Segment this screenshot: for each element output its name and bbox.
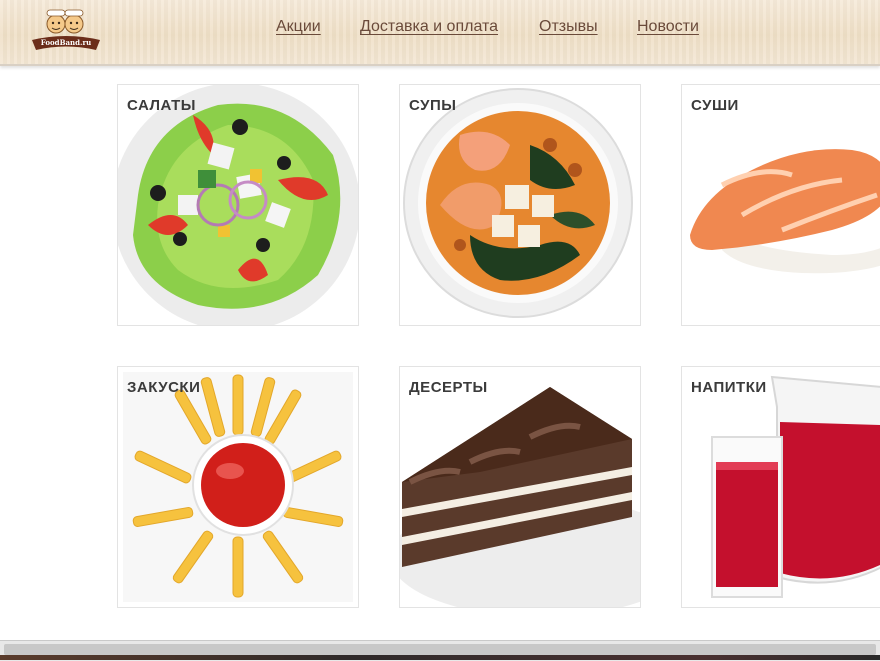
category-card-drinks[interactable]: НАПИТКИ bbox=[681, 366, 880, 608]
bottom-decor-strip bbox=[0, 655, 880, 660]
fries-image bbox=[123, 372, 353, 602]
category-label: СУПЫ bbox=[409, 97, 457, 114]
category-card-soups[interactable]: СУПЫ bbox=[399, 84, 641, 326]
nav-link-news[interactable]: Новости bbox=[637, 18, 699, 36]
category-label: ЗАКУСКИ bbox=[127, 379, 201, 396]
category-label: САЛАТЫ bbox=[127, 97, 196, 114]
category-card-desserts[interactable]: ДЕСЕРТЫ bbox=[399, 366, 641, 608]
category-label: НАПИТКИ bbox=[691, 379, 767, 396]
nav-link-delivery[interactable]: Доставка и оплата bbox=[360, 18, 498, 36]
category-card-sushi[interactable]: СУШИ bbox=[681, 84, 880, 326]
category-label: СУШИ bbox=[691, 97, 739, 114]
category-card-salads[interactable]: САЛАТЫ bbox=[117, 84, 359, 326]
sushi-image bbox=[690, 149, 880, 274]
cake-image bbox=[400, 387, 640, 607]
nav-link-reviews[interactable]: Отзывы bbox=[539, 18, 598, 36]
category-card-snacks[interactable]: ЗАКУСКИ bbox=[117, 366, 359, 608]
category-label: ДЕСЕРТЫ bbox=[409, 379, 488, 396]
soup-image bbox=[403, 88, 633, 318]
salad-image bbox=[118, 85, 358, 325]
nav-link-promotions[interactable]: Акции bbox=[276, 18, 321, 36]
main-nav: Акции Доставка и оплата Отзывы Новости bbox=[0, 18, 880, 40]
site-header: FoodBand.ru Акции Доставка и оплата Отзы… bbox=[0, 0, 880, 66]
drinks-image bbox=[711, 375, 880, 598]
scrollbar-thumb[interactable] bbox=[4, 644, 876, 655]
